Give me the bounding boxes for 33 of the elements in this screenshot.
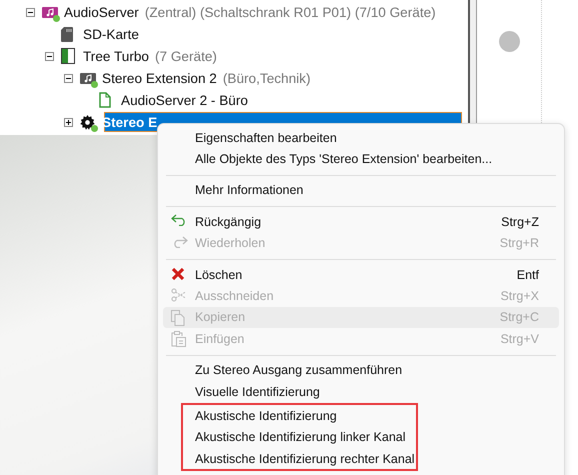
expander-icon[interactable] xyxy=(26,8,35,16)
menu-item[interactable]: Akustische Identifizierung rechter Kanal xyxy=(183,448,416,470)
tree-item[interactable]: SD-Karte xyxy=(82,26,140,42)
tree-item-detail: (Büro,Technik) xyxy=(222,70,311,86)
music-device-icon xyxy=(80,71,96,85)
menu-item[interactable]: Zu Stereo Ausgang zusammenführen xyxy=(163,360,559,381)
menu-item[interactable]: Mehr Informationen xyxy=(163,180,559,202)
device-icon xyxy=(61,48,75,64)
copy-icon xyxy=(171,310,185,326)
menu-item[interactable]: Akustische Identifizierung xyxy=(183,405,416,427)
tree-item[interactable]: Tree Turbo xyxy=(82,48,150,64)
sd-card-icon xyxy=(61,26,73,42)
delete-icon xyxy=(171,266,185,281)
menu-item[interactable]: Alle Objekte des Typs 'Stereo Extension' bearbeiten... xyxy=(163,148,559,170)
tree-item[interactable]: Stereo Extension 2 xyxy=(101,70,218,86)
tree-item[interactable]: AudioServer 2 - Büro xyxy=(120,92,249,108)
menu-item[interactable]: Rückgängig Strg+Z xyxy=(163,211,559,233)
music-device-icon xyxy=(42,5,58,19)
cut-icon xyxy=(171,288,187,302)
menu-item[interactable]: Akustische Identifizierung linker Kanal xyxy=(183,426,416,448)
circle-icon xyxy=(499,31,520,52)
menu-item[interactable]: Löschen Entf xyxy=(163,264,559,286)
tree-item-detail: (Zentral) (Schaltschrank R01 P01) (7/10 Geräte) xyxy=(144,4,436,20)
file-icon xyxy=(99,92,111,108)
gear-icon xyxy=(80,114,95,130)
paste-icon xyxy=(171,331,186,348)
menu-item[interactable]: Eigenschaften bearbeiten xyxy=(163,127,559,148)
tree-item-detail: (7 Geräte) xyxy=(154,48,217,64)
expander-icon[interactable] xyxy=(64,118,73,126)
menu-item[interactable]: Visuelle Identifizierung xyxy=(163,380,559,402)
expander-icon[interactable] xyxy=(64,74,73,82)
expander-icon[interactable] xyxy=(45,52,54,60)
tree-item[interactable]: AudioServer xyxy=(63,4,140,20)
